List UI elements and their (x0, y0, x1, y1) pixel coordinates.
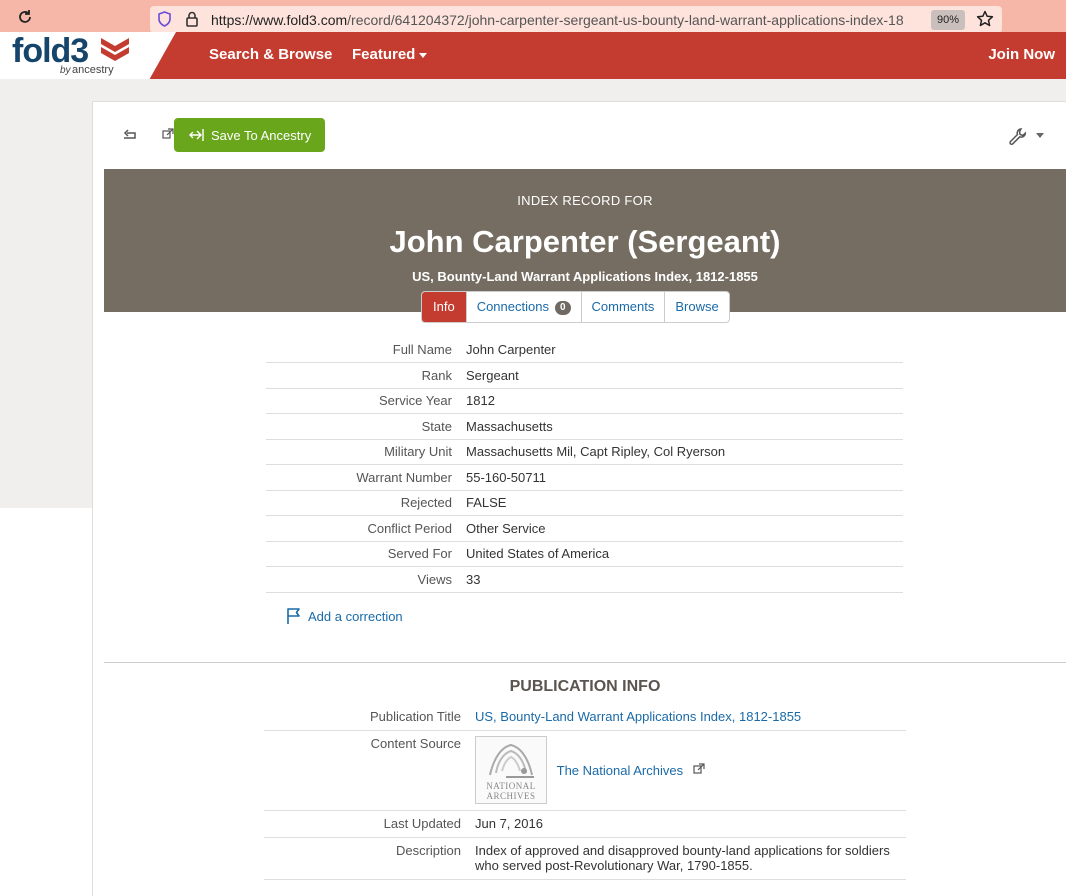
field-value: Other Service (466, 515, 903, 542)
record-kicker: INDEX RECORD FOR (517, 193, 653, 208)
ancestry-logo: ancestry (72, 64, 114, 76)
record-title: John Carpenter (Sergeant) (389, 224, 781, 259)
logo-by: by (60, 65, 71, 76)
table-row: Last Updated Jun 7, 2016 (264, 810, 906, 838)
field-value: Jun 7, 2016 (475, 810, 906, 838)
zoom-level[interactable]: 90% (931, 10, 965, 30)
tab-connections[interactable]: Connections 0 (467, 292, 582, 322)
table-row: Rank Sergeant (266, 362, 903, 389)
field-value: Sergeant (466, 362, 903, 389)
record-collection: US, Bounty-Land Warrant Applications Ind… (412, 269, 758, 284)
record-fields-table: Full Name John Carpenter Rank Sergeant Ser… (266, 337, 903, 593)
national-archives-logo-text: NATIONAL ARCHIVES (486, 781, 536, 801)
site-header: fold3 by ancestry Search & Browse Featur… (0, 32, 1066, 79)
field-value: US, Bounty-Land Warrant Applications Ind… (475, 704, 906, 731)
nav-featured[interactable]: Featured (352, 46, 428, 63)
lock-icon[interactable] (185, 11, 199, 27)
tools-dropdown-caret-icon[interactable] (1036, 133, 1044, 138)
field-value: Massachusetts Mil, Capt Ripley, Col Ryer… (466, 439, 903, 465)
add-correction-label: Add a correction (308, 609, 403, 624)
external-link-icon[interactable] (162, 128, 174, 140)
table-row: Service Year 1812 (266, 388, 903, 414)
bookmark-star-icon[interactable] (976, 10, 994, 28)
table-row: State Massachusetts (266, 413, 903, 440)
field-label: Service Year (266, 388, 466, 414)
field-label: Rank (266, 362, 466, 389)
table-row: Rejected FALSE (266, 490, 903, 516)
ancestry-leaf-icon (189, 129, 204, 141)
table-row: Publication Title US, Bounty-Land Warran… (264, 704, 906, 731)
field-label: Served For (266, 541, 466, 567)
connections-count-badge: 0 (554, 301, 571, 315)
field-label: Warrant Number (266, 464, 466, 491)
table-row: Views 33 (266, 566, 903, 593)
publication-info-heading: PUBLICATION INFO (509, 678, 661, 695)
field-label: State (266, 413, 466, 440)
save-to-ancestry-button[interactable]: Save To Ancestry (174, 118, 325, 152)
tab-comments[interactable]: Comments (582, 292, 666, 322)
shield-icon[interactable] (157, 11, 172, 27)
tab-connections-label: Connections (476, 299, 549, 314)
field-value: Massachusetts (466, 413, 903, 440)
field-value: Index of approved and disapproved bounty… (475, 837, 906, 880)
nav-featured-label: Featured (352, 46, 416, 63)
field-label: Military Unit (266, 439, 466, 465)
field-value: United States of America (466, 541, 903, 567)
tab-info[interactable]: Info (422, 292, 467, 322)
browser-toolbar: https://www.fold3.com/record/641204372/j… (0, 0, 1066, 33)
field-value: John Carpenter (466, 337, 903, 363)
field-label: Content Source (264, 730, 475, 811)
table-row: Description Index of approved and disapp… (264, 837, 906, 880)
field-label: Last Updated (264, 810, 475, 838)
flag-icon (287, 608, 300, 624)
chevron-logo-icon (101, 38, 129, 61)
back-icon[interactable] (121, 128, 139, 144)
field-label: Full Name (266, 337, 466, 363)
wrench-icon[interactable] (1008, 127, 1028, 147)
field-label: Conflict Period (266, 515, 466, 542)
chevron-down-icon (419, 52, 428, 58)
field-value: FALSE (466, 490, 903, 516)
field-label: Views (266, 566, 466, 593)
national-archives-link[interactable]: The National Archives (557, 763, 683, 778)
external-link-icon[interactable] (693, 762, 705, 775)
left-gutter (0, 79, 92, 508)
table-row: Served For United States of America (266, 541, 903, 567)
publication-title-link[interactable]: US, Bounty-Land Warrant Applications Ind… (475, 709, 801, 724)
content-source: The National Archives (557, 763, 705, 778)
logo[interactable]: fold3 by ancestry (0, 32, 176, 79)
section-divider (104, 662, 1066, 663)
table-row: Conflict Period Other Service (266, 515, 903, 542)
reload-icon[interactable] (17, 9, 33, 25)
tab-browse[interactable]: Browse (665, 292, 728, 322)
table-row: Full Name John Carpenter (266, 337, 903, 363)
field-value: 55-160-50711 (466, 464, 903, 491)
field-label: Description (264, 837, 475, 880)
eagle-icon (489, 743, 534, 778)
page-background (92, 79, 1066, 101)
publication-info-table: Publication Title US, Bounty-Land Warran… (264, 704, 906, 880)
save-button-label: Save To Ancestry (211, 128, 312, 143)
field-value: 33 (466, 566, 903, 593)
field-value: 1812 (466, 388, 903, 414)
table-row: Warrant Number 55-160-50711 (266, 464, 903, 491)
table-row: Content Source NATIONAL ARCHIVES The Nati… (264, 730, 906, 811)
join-now-link[interactable]: Join Now (988, 46, 1055, 63)
url-text: https://www.fold3.com/record/641204372/j… (211, 12, 904, 28)
field-label: Rejected (266, 490, 466, 516)
national-archives-logo: NATIONAL ARCHIVES (475, 736, 547, 804)
field-value: NATIONAL ARCHIVES The National Archives (475, 730, 906, 811)
table-row: Military Unit Massachusetts Mil, Capt Rip… (266, 439, 903, 465)
field-label: Publication Title (264, 704, 475, 731)
record-tabs: Info Connections 0 Comments Browse (421, 291, 730, 323)
nav-search-browse[interactable]: Search & Browse (209, 46, 332, 63)
